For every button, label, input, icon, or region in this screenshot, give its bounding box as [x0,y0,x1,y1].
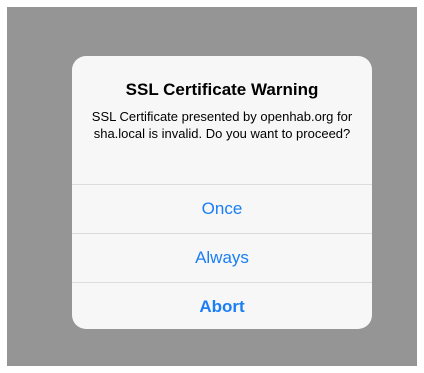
ssl-warning-alert: SSL Certificate Warning SSL Certificate … [72,56,372,329]
alert-content: SSL Certificate Warning SSL Certificate … [72,56,372,184]
always-button[interactable]: Always [72,233,372,282]
alert-title: SSL Certificate Warning [125,80,319,99]
abort-button[interactable]: Abort [72,282,372,329]
alert-message: SSL Certificate presented by openhab.org… [91,109,353,141]
once-button[interactable]: Once [72,184,372,233]
